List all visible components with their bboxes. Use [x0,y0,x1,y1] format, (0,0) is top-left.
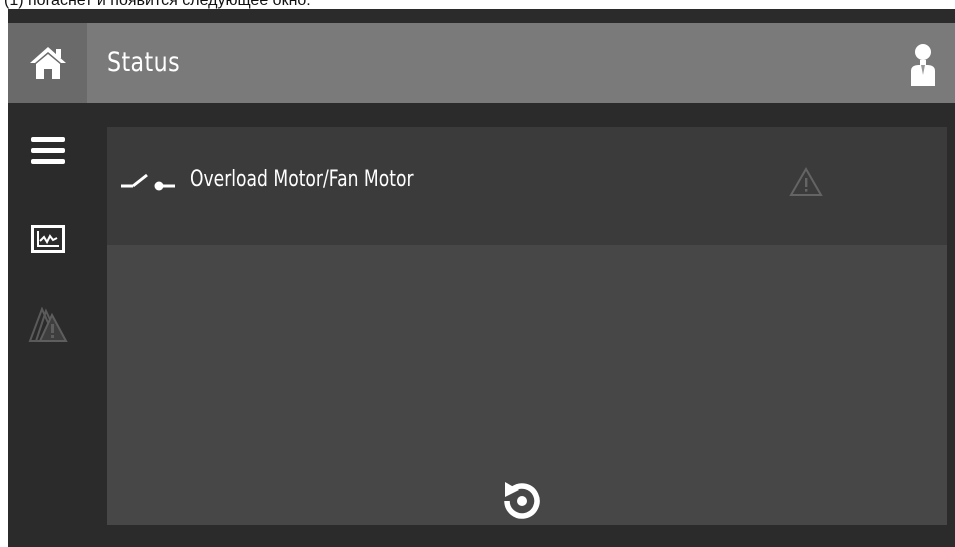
trend-chart-icon [30,225,65,253]
sidebar [8,103,87,547]
alarms-icon [28,307,68,342]
page-title: Status [107,47,181,78]
trend-button[interactable] [8,209,87,269]
hmi-screen: Status Overload Motor/Fan Motor [8,9,955,547]
alarm-row[interactable]: Overload Motor/Fan Motor [107,127,947,245]
home-button[interactable] [8,23,87,103]
user-icon[interactable] [909,41,937,87]
alarm-label: Overload Motor/Fan Motor [190,167,414,192]
home-icon [29,47,66,79]
menu-button[interactable] [8,121,87,181]
menu-icon [30,137,65,164]
switch-icon [121,173,175,191]
warning-triangle-icon [789,167,823,196]
alarms-button[interactable] [8,295,87,355]
top-bar: Status [8,23,955,103]
reset-icon[interactable] [499,478,545,524]
status-panel: Overload Motor/Fan Motor [107,127,947,525]
